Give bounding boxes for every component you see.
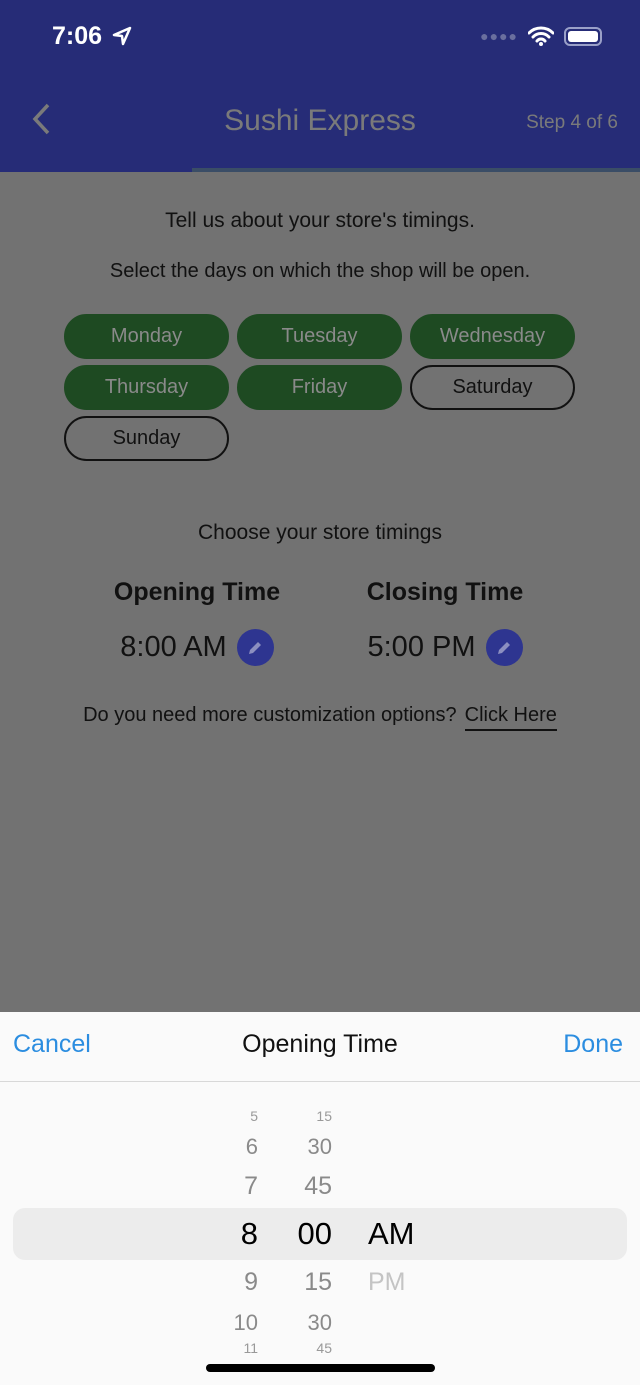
closing-time-value: 5:00 PM — [367, 631, 476, 663]
hour-option: 8 — [240, 1216, 258, 1251]
closing-time-label: Closing Time — [366, 578, 524, 606]
status-time: 7:06 — [52, 22, 103, 50]
picker-title: Opening Time — [242, 1030, 398, 1058]
days-selector: Monday Tuesday Wednesday Thursday Friday Satu… — [64, 314, 576, 461]
timings-prompt: Choose your store timings — [198, 521, 442, 544]
day-toggle-wednesday[interactable]: Wednesday — [410, 314, 575, 359]
opening-time-section: Opening Time 8:00 AM — [67, 578, 327, 666]
minute-option: 15 — [316, 1108, 332, 1124]
signal-icon: ●●●● — [480, 28, 518, 44]
customization-text: Do you need more customization options? — [83, 704, 457, 726]
minute-option: 45 — [304, 1172, 332, 1200]
click-here-link[interactable]: Click Here — [464, 704, 557, 731]
pencil-icon — [498, 641, 510, 654]
minute-option: 30 — [307, 1310, 332, 1335]
minute-option: 00 — [297, 1216, 332, 1251]
hour-option: 9 — [244, 1268, 258, 1296]
hour-option: 10 — [233, 1310, 258, 1335]
closing-time-section: Closing Time 5:00 PM — [315, 578, 575, 666]
edit-closing-time-button[interactable] — [485, 629, 523, 666]
location-arrow-icon — [112, 26, 132, 46]
day-toggle-monday[interactable]: Monday — [64, 314, 229, 359]
done-button[interactable]: Done — [563, 1030, 623, 1059]
time-picker-sheet: Cancel Opening Time Done 5 6 7 8 9 10 11 15 30 45… — [0, 1012, 640, 1385]
period-option: PM — [368, 1268, 406, 1296]
customization-prompt: Do you need more customization options? C… — [0, 704, 640, 731]
wifi-icon — [528, 26, 554, 46]
edit-opening-time-button[interactable] — [236, 629, 274, 666]
opening-time-value: 8:00 AM — [120, 631, 227, 663]
period-option: AM — [368, 1216, 415, 1251]
pencil-icon — [249, 641, 262, 654]
days-prompt: Select the days on which the shop will b… — [109, 260, 531, 282]
hour-option: 5 — [250, 1108, 258, 1124]
intro-text: Tell us about your store's timings. — [165, 209, 475, 232]
hour-option: 7 — [244, 1172, 258, 1200]
minute-option: 45 — [316, 1340, 332, 1356]
step-indicator: Step 4 of 6 — [526, 112, 618, 133]
opening-time-label: Opening Time — [113, 578, 281, 606]
nav-header: 7:06 ●●●● Sushi Express Step 4 of 6 — [0, 0, 640, 172]
hour-option: 6 — [245, 1134, 258, 1159]
day-toggle-saturday[interactable]: Saturday — [410, 365, 575, 410]
battery-icon — [564, 26, 602, 46]
progress-bar — [0, 168, 640, 172]
day-toggle-thursday[interactable]: Thursday — [64, 365, 229, 410]
home-indicator — [206, 1364, 435, 1372]
day-toggle-friday[interactable]: Friday — [237, 365, 402, 410]
picker-toolbar: Cancel Opening Time Done — [0, 1012, 640, 1082]
progress-fill — [0, 168, 192, 172]
day-toggle-tuesday[interactable]: Tuesday — [237, 314, 402, 359]
day-toggle-sunday[interactable]: Sunday — [64, 416, 229, 461]
status-icons: ●●●● — [480, 26, 602, 46]
hour-option: 11 — [243, 1340, 258, 1356]
minute-option: 30 — [307, 1134, 332, 1159]
minute-option: 15 — [304, 1268, 332, 1296]
